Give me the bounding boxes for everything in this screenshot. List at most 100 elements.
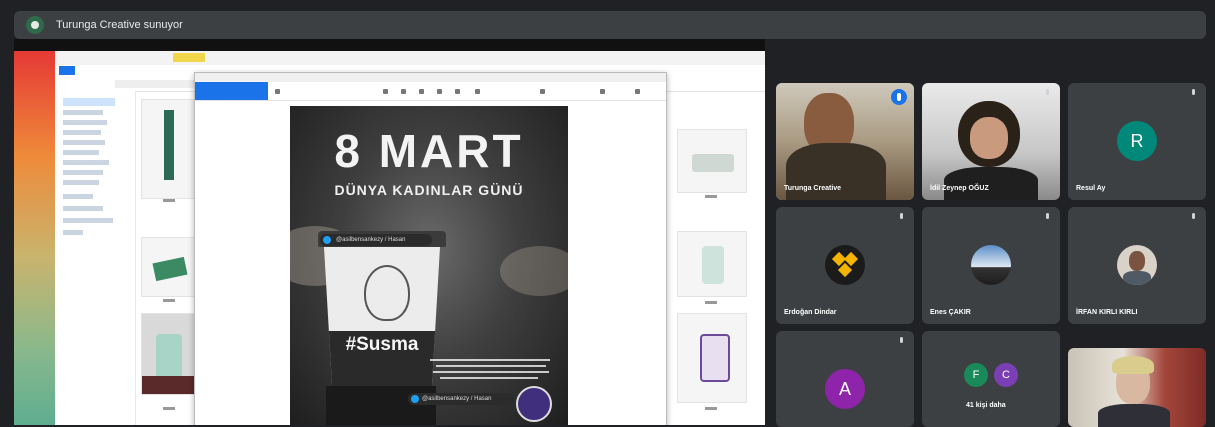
tree-item xyxy=(63,180,99,185)
viewer-titlebar xyxy=(195,73,666,82)
thumbnail-caption xyxy=(163,199,175,202)
desktop-wallpaper xyxy=(14,51,55,425)
explorer-file-tab xyxy=(59,66,75,75)
thumbnail-caption xyxy=(163,407,175,410)
tree-item xyxy=(63,130,101,135)
participant-name: İRFAN KIRLI KIRLI xyxy=(1076,309,1138,316)
participant-avatar xyxy=(971,245,1011,285)
participant-tile[interactable]: Enes ÇAKIR xyxy=(922,207,1060,324)
participant-avatar: C xyxy=(994,363,1018,387)
participant-tile[interactable]: İRFAN KIRLI KIRLI xyxy=(1068,207,1206,324)
more-participants-label: 41 kişi daha xyxy=(966,402,1006,409)
mic-muted-icon xyxy=(1044,89,1052,97)
tree-item xyxy=(63,218,113,223)
toolbar-icon[interactable] xyxy=(540,89,545,94)
toolbar-icon[interactable] xyxy=(455,89,460,94)
poster-text-line xyxy=(433,371,549,373)
mic-muted-icon xyxy=(1190,213,1198,221)
toolbar-icon[interactable] xyxy=(635,89,640,94)
tree-item xyxy=(63,140,105,145)
mic-muted-icon xyxy=(898,213,906,221)
participant-avatar: A xyxy=(825,369,865,409)
presenting-label: Turunga Creative sunuyor xyxy=(56,19,183,31)
viewer-primary-button[interactable] xyxy=(195,82,268,100)
toolbar-icon[interactable] xyxy=(600,89,605,94)
tree-item xyxy=(63,230,83,235)
file-thumbnail xyxy=(141,99,198,199)
participant-name: Erdoğan Dindar xyxy=(784,309,837,316)
tree-item xyxy=(63,194,93,199)
poster-bokeh xyxy=(500,246,568,296)
participant-video xyxy=(922,83,1060,200)
tree-item xyxy=(63,160,109,165)
thumbnail-caption xyxy=(163,299,175,302)
poster-twitter-handle: @asilbensankezy / Hasan xyxy=(408,393,514,405)
tree-item xyxy=(63,150,99,155)
mic-muted-icon xyxy=(898,337,906,345)
participant-tile[interactable]: A xyxy=(776,331,914,427)
toolbar-icon[interactable] xyxy=(275,89,280,94)
speaking-indicator-icon xyxy=(891,89,907,105)
cup-bottom xyxy=(326,386,436,425)
file-thumbnail xyxy=(677,231,747,297)
twitter-icon xyxy=(411,395,419,403)
poster-text-line xyxy=(436,365,546,367)
participant-avatar: F xyxy=(964,363,988,387)
poster-title: 8 MART xyxy=(334,125,524,177)
mic-muted-icon xyxy=(1190,89,1198,97)
twitter-icon xyxy=(323,236,331,244)
participant-avatar xyxy=(825,245,865,285)
file-thumbnail xyxy=(141,237,198,297)
toolbar-icon[interactable] xyxy=(475,89,480,94)
explorer-address-box xyxy=(115,80,195,88)
tree-item xyxy=(63,110,103,115)
face-drawing xyxy=(364,265,410,321)
toolbar-icon[interactable] xyxy=(419,89,424,94)
shared-screen[interactable]: 8 MART DÜNYA KADINLAR GÜNÜ @asilbensanke… xyxy=(14,51,765,425)
presenting-banner: Turunga Creative sunuyor xyxy=(14,11,1206,39)
tree-item xyxy=(63,170,103,175)
viewer-toolbar xyxy=(195,82,666,101)
coffee-cup xyxy=(324,247,440,407)
file-thumbnail xyxy=(677,313,747,403)
toolbar-icon[interactable] xyxy=(437,89,442,94)
file-thumbnail xyxy=(141,313,198,395)
explorer-highlight xyxy=(173,53,205,62)
participant-name: Resul Ay xyxy=(1076,185,1106,192)
participant-tile[interactable]: Erdoğan Dindar xyxy=(776,207,914,324)
file-thumbnail xyxy=(677,129,747,193)
participant-tile[interactable]: İdil Zeynep OĞUZ xyxy=(922,83,1060,200)
thumbnail-caption xyxy=(705,195,717,198)
toolbar-icon[interactable] xyxy=(383,89,388,94)
participant-tile[interactable]: Turunga Creative xyxy=(776,83,914,200)
poster-text-line xyxy=(440,377,538,379)
participant-video xyxy=(1068,348,1206,427)
poster-subtitle: DÜNYA KADINLAR GÜNÜ xyxy=(334,182,524,198)
toolbar-icon[interactable] xyxy=(401,89,406,94)
participant-tile[interactable]: R Resul Ay xyxy=(1068,83,1206,200)
participant-tile[interactable] xyxy=(1068,348,1206,427)
thumbnail-caption xyxy=(705,407,717,410)
participant-avatar: R xyxy=(1117,121,1157,161)
explorer-sidebar xyxy=(55,91,136,425)
presenter-avatar xyxy=(26,16,44,34)
more-participants-tile[interactable]: F C 41 kişi daha xyxy=(922,331,1060,427)
photo-viewer-window: 8 MART DÜNYA KADINLAR GÜNÜ @asilbensanke… xyxy=(194,72,667,425)
participant-avatar xyxy=(1117,245,1157,285)
tree-item xyxy=(63,206,103,211)
mic-muted-icon xyxy=(1044,213,1052,221)
screen-top-gap xyxy=(14,39,765,51)
tree-item xyxy=(63,120,107,125)
explorer-titlebar xyxy=(55,51,765,66)
participant-name: Turunga Creative xyxy=(784,185,842,192)
cup-twitter-tag: @asilbensankezy / Hasan xyxy=(320,234,432,246)
participant-name: Enes ÇAKIR xyxy=(930,309,971,316)
campaign-poster: 8 MART DÜNYA KADINLAR GÜNÜ @asilbensanke… xyxy=(290,106,568,425)
poster-handle-text: @asilbensankezy / Hasan xyxy=(422,396,492,402)
poster-hashtag: #Susma xyxy=(345,334,419,355)
poster-logo-badge xyxy=(516,386,552,422)
tree-item xyxy=(63,98,115,106)
cup-tag-handle: @asilbensankezy / Hasan xyxy=(336,237,406,243)
participant-name: İdil Zeynep OĞUZ xyxy=(930,185,989,192)
poster-text-line xyxy=(430,359,550,361)
